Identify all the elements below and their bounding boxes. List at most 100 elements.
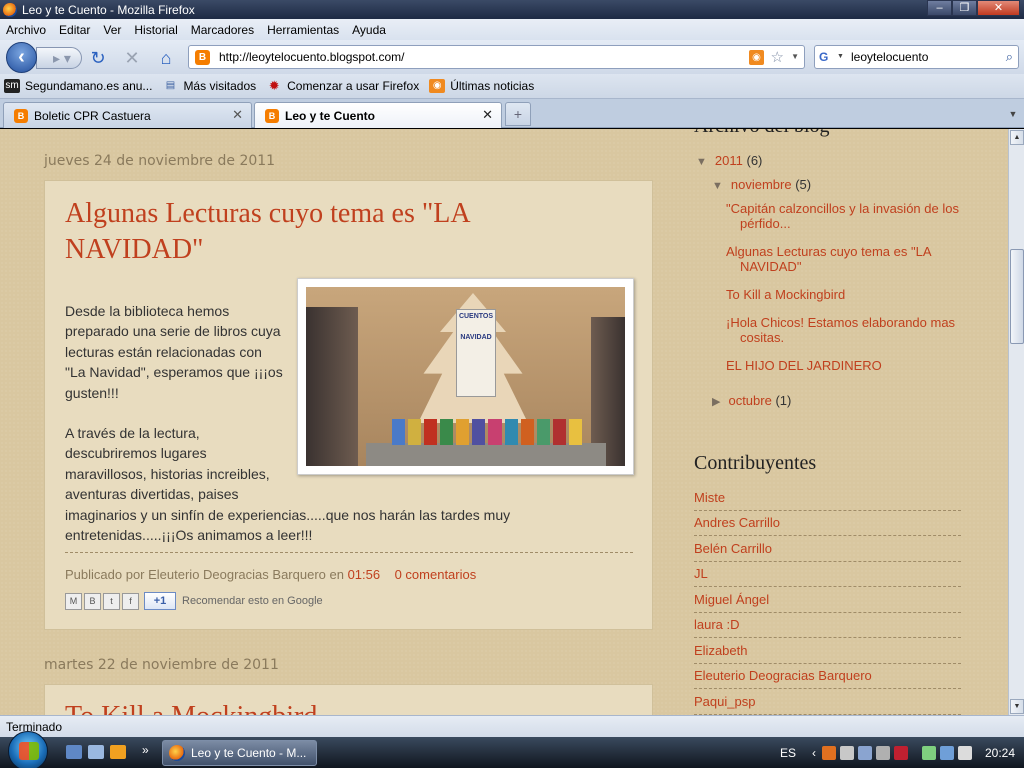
bookmarks-toolbar: sm Segundamano.es anu... ▤ Más visitados… [0,74,1024,99]
archive-post-link[interactable]: "Capitán calzoncillos y la invasión de l… [726,201,966,231]
archive-post-link[interactable]: Algunas Lecturas cuyo tema es "LA NAVIDA… [726,244,966,274]
contributor-link[interactable]: Andres Carrillo [694,515,961,536]
url-bar[interactable]: B http://leoytelocuento.blogspot.com/ ◉ … [188,45,805,69]
bookmark-comenzar-firefox[interactable]: ✹ Comenzar a usar Firefox [266,79,420,94]
post-title-line[interactable]: Algunas Lecturas cuyo tema es "LA [65,196,471,232]
vertical-scrollbar[interactable]: ▲ ▼ [1008,129,1024,715]
scroll-up-arrow-icon[interactable]: ▲ [1010,130,1024,145]
scroll-down-arrow-icon[interactable]: ▼ [1010,699,1024,714]
firefox-icon [169,745,185,761]
url-text[interactable]: http://leoytelocuento.blogspot.com/ [219,50,404,64]
quick-launch-overflow-icon[interactable]: » [142,743,149,757]
minimize-button[interactable]: – [927,0,952,16]
blogthis-share-icon[interactable]: B [84,592,101,610]
rss-feed-icon[interactable]: ◉ [749,50,764,65]
bookmark-ultimas-noticias[interactable]: ◉ Últimas noticias [429,79,534,93]
menu-editar[interactable]: Editar [59,23,90,37]
post-date-header: jueves 24 de noviembre de 2011 [44,153,276,169]
post-time-link[interactable]: 01:56 [348,567,381,582]
back-button[interactable]: ‹ [6,42,37,73]
menu-ver[interactable]: Ver [103,23,121,37]
share-buttons: M B t f +1 Recomendar esto en Google [65,592,323,610]
bookmark-star-icon[interactable]: ☆ [771,48,784,66]
google-plus-one-button[interactable]: +1 [144,592,176,610]
contributor-link[interactable]: JL [694,566,961,587]
tray-expand-icon[interactable]: ‹ [812,746,816,760]
post-title-line[interactable]: NAVIDAD" [65,232,471,268]
url-history-dropdown-icon[interactable]: ▼ [791,52,799,61]
search-input[interactable]: leoytelocuento [851,50,928,64]
contributor-link[interactable]: Eleuterio Deogracias Barquero [694,668,961,689]
scrollbar-thumb[interactable] [1010,249,1024,344]
bookmark-label: Últimas noticias [450,79,535,93]
menu-historial[interactable]: Historial [134,23,177,37]
archive-post-link[interactable]: To Kill a Mockingbird [726,287,966,302]
show-desktop-icon[interactable] [66,745,82,759]
archive-year-label[interactable]: 2011 [715,153,743,168]
network-icon[interactable] [940,745,955,760]
archive-post-link[interactable]: EL HIJO DEL JARDINERO [726,358,966,373]
forward-button[interactable]: ▸ ▾ [36,47,82,69]
post-title[interactable]: Algunas Lecturas cuyo tema es "LA NAVIDA… [65,196,471,268]
tray-app-icon[interactable] [894,745,909,760]
switch-windows-icon[interactable] [88,745,104,759]
contributor-link[interactable]: Miste [694,490,961,511]
contributor-link[interactable]: Paqui_psp [694,694,961,715]
email-share-icon[interactable]: M [65,592,82,610]
post-text-line: aventuras divertidas, paises [65,486,239,503]
search-engine-dropdown-icon[interactable]: ▼ [837,53,844,60]
taskbar-clock[interactable]: 20:24 [985,746,1015,760]
google-search-engine-icon[interactable]: G [819,50,835,66]
post-comments-link[interactable]: 0 comentarios [395,567,477,582]
bookmark-segundamano[interactable]: sm Segundamano.es anu... [4,79,152,93]
bookmark-mas-visitados[interactable]: ▤ Más visitados [162,79,256,93]
tray-app-icon[interactable] [822,745,837,760]
start-button[interactable] [8,731,48,768]
close-button[interactable]: ✕ [977,0,1020,16]
language-indicator[interactable]: ES [780,746,796,760]
close-tab-icon[interactable]: ✕ [232,107,243,123]
menu-herramientas[interactable]: Herramientas [267,23,339,37]
archive-month-label[interactable]: noviembre [731,177,792,192]
archive-post-link[interactable]: ¡Hola Chicos! Estamos elaborando mas cos… [726,315,966,345]
stop-icon[interactable]: ✕ [122,48,142,68]
search-icon[interactable]: ⌕ [1006,49,1013,65]
archive-month-label[interactable]: octubre [728,393,771,408]
reload-icon[interactable]: ↻ [88,48,108,68]
search-box[interactable]: G ▼ leoytelocuento ⌕ [814,45,1019,69]
battery-icon[interactable] [922,745,937,760]
blog-post: Algunas Lecturas cuyo tema es "LA NAVIDA… [44,180,653,630]
tab-boletic[interactable]: B Boletic CPR Castuera ✕ [3,102,252,128]
archive-month-noviembre[interactable]: ▼ noviembre (5) [712,177,811,192]
facebook-share-icon[interactable]: f [122,592,139,610]
post-title[interactable]: To Kill a Mockingbird [65,699,317,715]
contributor-link[interactable]: Elizabeth [694,643,961,664]
archive-year-2011[interactable]: ▼ 2011 (6) [696,153,762,168]
archive-month-octubre[interactable]: ▶ octubre (1) [712,393,791,408]
tray-app-icon[interactable] [840,745,855,760]
collapse-triangle-icon[interactable]: ▼ [712,180,723,192]
window-titlebar: Leo y te Cuento - Mozilla Firefox – ❐ ✕ [0,0,1024,19]
menu-marcadores[interactable]: Marcadores [191,23,254,37]
tab-list-dropdown-icon[interactable]: ▼ [1004,102,1022,126]
menu-ayuda[interactable]: Ayuda [352,23,386,37]
new-tab-button[interactable]: + [505,102,531,126]
taskbar-firefox-window[interactable]: Leo y te Cuento - M... [162,740,317,766]
tray-app-icon[interactable] [858,745,873,760]
expand-triangle-icon[interactable]: ▶ [712,396,720,408]
collapse-triangle-icon[interactable]: ▼ [696,156,707,168]
tray-app-icon[interactable] [876,745,891,760]
blogger-icon: B [14,108,28,123]
menu-archivo[interactable]: Archivo [6,23,46,37]
close-tab-icon[interactable]: ✕ [482,107,493,123]
volume-icon[interactable] [958,745,973,760]
post-text-line: "La Navidad", esperamos que ¡¡¡os [65,364,283,381]
home-icon[interactable]: ⌂ [156,48,176,68]
maximize-button[interactable]: ❐ [952,0,977,16]
twitter-share-icon[interactable]: t [103,592,120,610]
contributor-link[interactable]: laura :D [694,617,961,638]
contributor-link[interactable]: Belén Carrillo [694,541,961,562]
tab-leo-y-te-cuento[interactable]: B Leo y te Cuento ✕ [254,102,502,128]
contributor-link[interactable]: Miguel Ángel [694,592,961,613]
media-player-icon[interactable] [110,745,126,759]
